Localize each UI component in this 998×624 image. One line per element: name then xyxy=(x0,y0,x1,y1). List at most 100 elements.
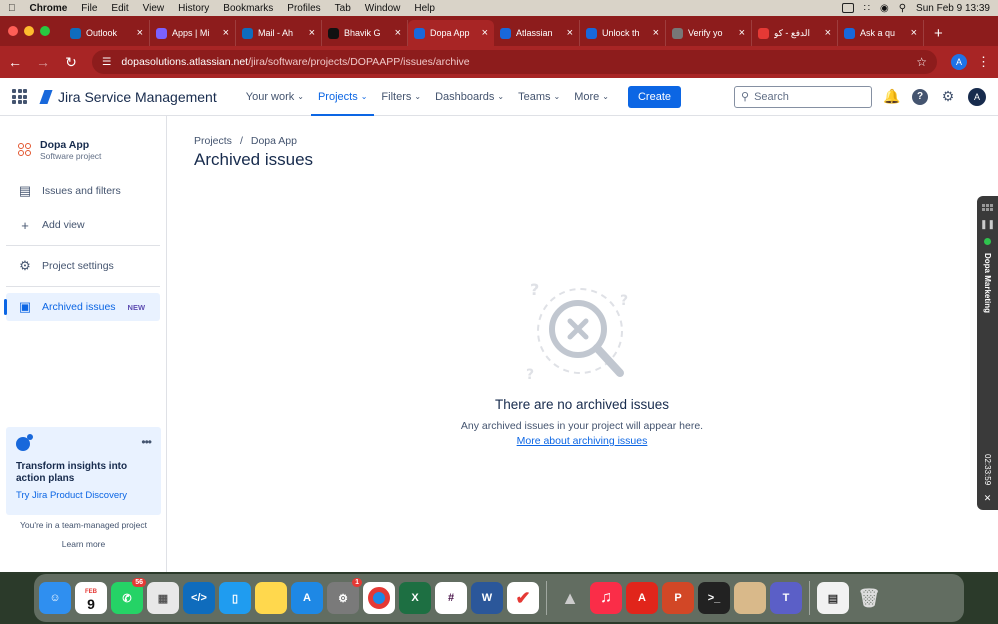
excel-icon[interactable]: X xyxy=(399,582,431,614)
whatsapp-icon[interactable]: ✆ 56 xyxy=(111,578,146,614)
close-tab-icon[interactable]: × xyxy=(395,27,401,39)
rocket-icon[interactable]: ▲ xyxy=(554,582,586,614)
project-header[interactable]: Dopa App Software project xyxy=(6,116,160,171)
breadcrumb-project[interactable]: Dopa App xyxy=(251,135,297,147)
browser-tab[interactable]: Atlassian × xyxy=(494,20,580,46)
wifi-icon[interactable]: ◉ xyxy=(880,3,889,14)
teams-icon[interactable]: T xyxy=(770,582,802,614)
notifications-icon[interactable]: 🔔 xyxy=(883,88,900,105)
menu-view[interactable]: View xyxy=(143,3,165,14)
spotlight-icon[interactable]: ⚲ xyxy=(899,3,906,14)
bluetooth-icon[interactable]: ∷ xyxy=(864,3,870,14)
menu-profiles[interactable]: Profiles xyxy=(287,3,320,14)
more-options-icon[interactable]: ••• xyxy=(141,435,152,449)
jira-logo[interactable]: Jira Service Management xyxy=(39,89,217,105)
finder-icon[interactable]: ☺ xyxy=(39,582,71,614)
nav-teams[interactable]: Teams ⌄ xyxy=(511,78,567,116)
settings-gear-icon[interactable]: ⚙ xyxy=(940,88,956,105)
apple-icon[interactable]:  xyxy=(8,3,16,14)
close-tab-icon[interactable]: × xyxy=(482,27,488,39)
slack-icon[interactable]: # xyxy=(435,582,467,614)
browser-tab[interactable]: Unlock th × xyxy=(580,20,666,46)
trash-icon[interactable]: 🗑 xyxy=(853,582,885,614)
close-tab-icon[interactable]: × xyxy=(309,27,315,39)
new-tab-button[interactable]: + xyxy=(924,20,953,46)
sidebar-item-add-view[interactable]: + Add view xyxy=(6,211,160,239)
browser-profile-avatar[interactable]: A xyxy=(951,54,967,70)
vscode-icon[interactable]: </> xyxy=(183,582,215,614)
nav-dashboards[interactable]: Dashboards ⌄ xyxy=(428,78,511,116)
zoom-window-button[interactable] xyxy=(40,26,50,36)
battery-icon[interactable] xyxy=(841,3,854,13)
browser-tab[interactable]: Outlook × xyxy=(64,20,150,46)
url-path: /jira/software/projects/DOPAAPP/issues/a… xyxy=(248,56,470,68)
browser-tab[interactable]: Bhavik G × xyxy=(322,20,408,46)
close-tab-icon[interactable]: × xyxy=(911,27,917,39)
browser-tab[interactable]: Dopa App × xyxy=(408,20,494,46)
close-tab-icon[interactable]: × xyxy=(567,27,573,39)
nav-your-work[interactable]: Your work ⌄ xyxy=(239,78,311,116)
menu-window[interactable]: Window xyxy=(365,3,401,14)
minimize-window-button[interactable] xyxy=(24,26,34,36)
launchpad-icon[interactable]: ▦ xyxy=(147,582,179,614)
close-tab-icon[interactable]: × xyxy=(739,27,745,39)
notes-icon[interactable] xyxy=(255,582,287,614)
forward-button[interactable]: → xyxy=(36,54,50,70)
menu-history[interactable]: History xyxy=(178,3,209,14)
browser-tab[interactable]: Ask a qu × xyxy=(838,20,924,46)
powerpoint-icon[interactable]: P xyxy=(662,582,694,614)
browser-tab[interactable]: Apps | Mi × xyxy=(150,20,236,46)
acrobat-icon[interactable]: A xyxy=(626,582,658,614)
browser-tab[interactable]: Mail - Ah × xyxy=(236,20,322,46)
close-tab-icon[interactable]: × xyxy=(653,27,659,39)
menubar-app-name[interactable]: Chrome xyxy=(30,3,68,14)
preview-icon[interactable] xyxy=(734,582,766,614)
user-avatar[interactable]: A xyxy=(968,87,986,106)
sidebar-item-project-settings[interactable]: ⚙ Project settings xyxy=(6,252,160,280)
menu-help[interactable]: Help xyxy=(414,3,435,14)
close-tab-icon[interactable]: × xyxy=(825,27,831,39)
archiving-help-link[interactable]: More about archiving issues xyxy=(517,435,648,447)
menubar-clock[interactable]: Sun Feb 9 13:39 xyxy=(916,3,990,14)
pause-icon[interactable]: ❚❚ xyxy=(980,219,995,230)
word-icon[interactable]: W xyxy=(471,582,503,614)
close-tab-icon[interactable]: × xyxy=(137,27,143,39)
promo-link[interactable]: Try Jira Product Discovery xyxy=(16,490,151,501)
breadcrumb-projects[interactable]: Projects xyxy=(194,135,232,147)
task-app-icon[interactable]: ✔ xyxy=(507,582,539,614)
learn-more-link[interactable]: Learn more xyxy=(0,539,167,549)
browser-tab[interactable]: الدفع - كو × xyxy=(752,20,838,46)
back-button[interactable]: ← xyxy=(8,54,22,70)
sidebar-item-issues-and-filters[interactable]: ▤ Issues and filters xyxy=(6,177,160,205)
menu-bookmarks[interactable]: Bookmarks xyxy=(223,3,273,14)
menu-edit[interactable]: Edit xyxy=(111,3,128,14)
search-input[interactable]: ⚲ Search xyxy=(734,85,872,108)
sidebar-item-archived-issues[interactable]: ▣ Archived issues NEW xyxy=(4,293,160,321)
nav-filters[interactable]: Filters ⌄ xyxy=(374,78,428,116)
close-window-button[interactable] xyxy=(8,26,18,36)
browser-tab[interactable]: Verify yo × xyxy=(666,20,752,46)
simulator-icon[interactable]: ▯ xyxy=(219,582,251,614)
menu-tab[interactable]: Tab xyxy=(335,3,351,14)
site-info-icon[interactable]: ☰ xyxy=(102,56,111,68)
close-tab-icon[interactable]: × xyxy=(223,27,229,39)
help-icon[interactable]: ? xyxy=(912,88,928,105)
create-button[interactable]: Create xyxy=(627,85,682,108)
chrome-icon[interactable] xyxy=(363,582,395,614)
calendar-icon[interactable]: FEB 9 xyxy=(75,582,107,614)
terminal-icon[interactable]: >_ xyxy=(698,582,730,614)
app-switcher-icon[interactable] xyxy=(12,89,27,104)
app-store-icon[interactable]: A xyxy=(291,582,323,614)
bookmark-star-icon[interactable]: ☆ xyxy=(916,55,927,69)
reload-button[interactable]: ↻ xyxy=(64,54,78,71)
nav-projects[interactable]: Projects ⌄ xyxy=(310,78,375,116)
nav-more[interactable]: More ⌄ xyxy=(567,78,616,116)
menu-file[interactable]: File xyxy=(81,3,97,14)
system-settings-icon[interactable]: ⚙ 1 xyxy=(327,578,362,614)
address-bar[interactable]: ☰ dopasolutions.atlassian.net/jira/softw… xyxy=(92,50,937,74)
downloads-stack-icon[interactable]: ▤ xyxy=(817,582,849,614)
music-icon[interactable]: ♫ xyxy=(590,582,622,614)
close-icon[interactable]: ✕ xyxy=(984,493,992,504)
drag-handle-icon[interactable] xyxy=(982,204,993,211)
browser-menu-icon[interactable]: ⋮ xyxy=(977,54,990,70)
